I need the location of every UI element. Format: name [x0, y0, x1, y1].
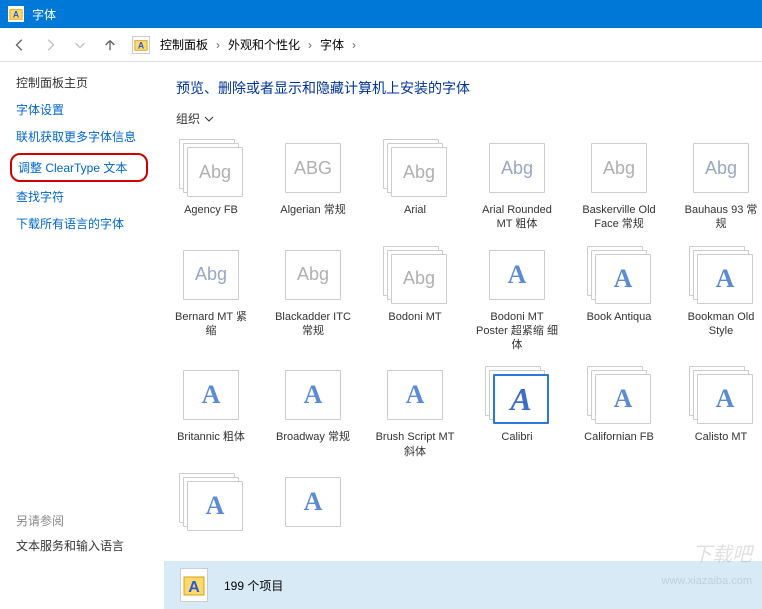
- font-label: Calisto MT: [680, 430, 762, 444]
- font-item[interactable]: A Broadway 常规: [272, 366, 354, 459]
- address-bar-icon[interactable]: A: [132, 36, 150, 54]
- font-item[interactable]: Abg Bodoni MT: [374, 246, 456, 353]
- font-thumbnail[interactable]: Abg: [281, 246, 345, 304]
- fonts-folder-icon: A: [8, 6, 24, 22]
- organize-button[interactable]: 组织: [176, 110, 214, 127]
- chevron-right-icon[interactable]: ›: [308, 38, 312, 52]
- font-item[interactable]: A Calisto MT: [680, 366, 762, 459]
- font-thumbnail[interactable]: ABG: [281, 139, 345, 197]
- font-item[interactable]: Abg Arial: [374, 139, 456, 232]
- organize-label: 组织: [176, 110, 200, 127]
- see-also-title: 另请参阅: [16, 512, 148, 529]
- font-item[interactable]: Abg Baskerville Old Face 常规: [578, 139, 660, 232]
- sidebar-link-font-settings[interactable]: 字体设置: [16, 101, 148, 118]
- font-label: Bauhaus 93 常规: [680, 203, 762, 232]
- chevron-down-icon: [204, 114, 214, 124]
- font-thumbnail[interactable]: Abg: [383, 139, 447, 197]
- font-item[interactable]: Abg Agency FB: [170, 139, 252, 232]
- font-thumbnail[interactable]: A: [383, 366, 447, 424]
- font-label: Algerian 常规: [272, 203, 354, 217]
- back-button[interactable]: [8, 33, 32, 57]
- navbar: A 控制面板 › 外观和个性化 › 字体 ›: [0, 28, 762, 62]
- font-thumbnail[interactable]: Abg: [689, 139, 753, 197]
- up-button[interactable]: [98, 33, 122, 57]
- font-item[interactable]: ABG Algerian 常规: [272, 139, 354, 232]
- crumb-fonts[interactable]: 字体: [316, 34, 348, 55]
- font-label: Bodoni MT Poster 超紧缩 细体: [476, 310, 558, 353]
- font-thumbnail[interactable]: Abg: [179, 139, 243, 197]
- font-item[interactable]: Abg Blackadder ITC 常规: [272, 246, 354, 353]
- crumb-control-panel[interactable]: 控制面板: [156, 34, 212, 55]
- svg-text:A: A: [13, 10, 20, 20]
- sidebar-link-find-char[interactable]: 查找字符: [16, 188, 148, 205]
- page-heading: 预览、删除或者显示和隐藏计算机上安装的字体: [164, 62, 762, 106]
- font-item[interactable]: A: [272, 473, 354, 537]
- font-thumbnail[interactable]: A: [689, 246, 753, 304]
- font-item[interactable]: A: [170, 473, 252, 537]
- font-thumbnail[interactable]: A: [587, 246, 651, 304]
- font-item[interactable]: A Bookman Old Style: [680, 246, 762, 353]
- font-thumbnail[interactable]: Abg: [485, 139, 549, 197]
- font-label: Arial: [374, 203, 456, 217]
- main-area: 控制面板主页 字体设置 联机获取更多字体信息 调整 ClearType 文本 查…: [0, 62, 762, 609]
- sidebar-link-online-fonts[interactable]: 联机获取更多字体信息: [16, 128, 148, 145]
- font-thumbnail[interactable]: Abg: [179, 246, 243, 304]
- font-label: Bernard MT 紧缩: [170, 310, 252, 339]
- font-thumbnail[interactable]: Abg: [383, 246, 447, 304]
- font-label: Agency FB: [170, 203, 252, 217]
- window-title: 字体: [32, 6, 56, 23]
- statusbar: A 199 个项目: [164, 561, 762, 609]
- font-thumbnail[interactable]: A: [281, 473, 345, 531]
- breadcrumb: 控制面板 › 外观和个性化 › 字体 ›: [156, 34, 356, 55]
- font-label: Californian FB: [578, 430, 660, 444]
- font-item[interactable]: A Book Antiqua: [578, 246, 660, 353]
- sidebar-link-text-services[interactable]: 文本服务和输入语言: [16, 537, 148, 554]
- titlebar: A 字体: [0, 0, 762, 28]
- font-item[interactable]: Abg Bauhaus 93 常规: [680, 139, 762, 232]
- font-label: Brush Script MT 斜体: [374, 430, 456, 459]
- font-label: Book Antiqua: [578, 310, 660, 324]
- font-item[interactable]: A Californian FB: [578, 366, 660, 459]
- recent-dropdown-icon[interactable]: [68, 33, 92, 57]
- sidebar-home[interactable]: 控制面板主页: [16, 74, 148, 91]
- font-label: Broadway 常规: [272, 430, 354, 444]
- font-label: Arial Rounded MT 粗体: [476, 203, 558, 232]
- font-thumbnail[interactable]: A: [179, 366, 243, 424]
- font-thumbnail[interactable]: A: [689, 366, 753, 424]
- chevron-right-icon[interactable]: ›: [352, 38, 356, 52]
- sidebar-link-download-all[interactable]: 下载所有语言的字体: [16, 215, 148, 232]
- font-item[interactable]: Abg Arial Rounded MT 粗体: [476, 139, 558, 232]
- toolbar: 组织: [164, 106, 762, 135]
- font-grid[interactable]: Abg Agency FB ABG Algerian 常规 Abg Arial Abg Ari…: [164, 135, 762, 561]
- font-label: Britannic 粗体: [170, 430, 252, 444]
- font-label: Blackadder ITC 常规: [272, 310, 354, 339]
- font-label: Calibri: [476, 430, 558, 444]
- crumb-appearance[interactable]: 外观和个性化: [224, 34, 304, 55]
- item-count: 199 个项目: [224, 577, 283, 594]
- font-label: Baskerville Old Face 常规: [578, 203, 660, 232]
- chevron-right-icon[interactable]: ›: [216, 38, 220, 52]
- status-folder-icon: A: [180, 568, 208, 602]
- sidebar: 控制面板主页 字体设置 联机获取更多字体信息 调整 ClearType 文本 查…: [0, 62, 164, 609]
- content-area: 预览、删除或者显示和隐藏计算机上安装的字体 组织 Abg Agency FB ABG…: [164, 62, 762, 609]
- font-thumbnail[interactable]: A: [485, 246, 549, 304]
- font-item[interactable]: A Britannic 粗体: [170, 366, 252, 459]
- sidebar-link-cleartype[interactable]: 调整 ClearType 文本: [10, 153, 148, 182]
- font-label: Bodoni MT: [374, 310, 456, 324]
- font-item[interactable]: A Calibri: [476, 366, 558, 459]
- font-item[interactable]: A Brush Script MT 斜体: [374, 366, 456, 459]
- font-thumbnail[interactable]: A: [179, 473, 243, 531]
- font-thumbnail[interactable]: A: [587, 366, 651, 424]
- svg-text:A: A: [188, 579, 200, 596]
- font-item[interactable]: A Bodoni MT Poster 超紧缩 细体: [476, 246, 558, 353]
- font-thumbnail[interactable]: A: [281, 366, 345, 424]
- svg-text:A: A: [138, 40, 145, 50]
- forward-button[interactable]: [38, 33, 62, 57]
- font-thumbnail[interactable]: Abg: [587, 139, 651, 197]
- font-item[interactable]: Abg Bernard MT 紧缩: [170, 246, 252, 353]
- font-thumbnail[interactable]: A: [485, 366, 549, 424]
- font-label: Bookman Old Style: [680, 310, 762, 339]
